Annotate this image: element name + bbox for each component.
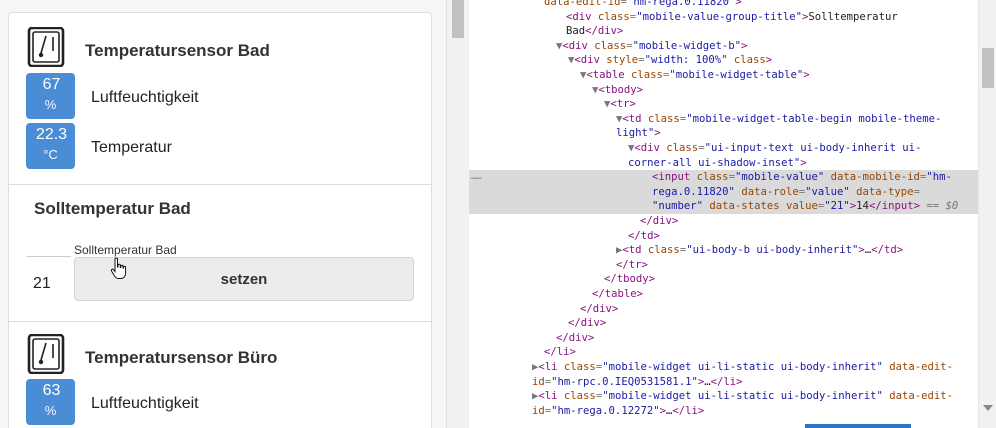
dom-tree-line[interactable]: ▼<tbody>	[469, 83, 978, 98]
dom-tree-line[interactable]: </tr>	[469, 258, 978, 273]
dom-tree-line[interactable]: rega.0.11820" data-role="value" data-typ…	[469, 184, 978, 200]
dom-tree-line[interactable]: </li>	[469, 345, 978, 360]
badge-value: 63	[42, 382, 61, 399]
badge-unit: %	[44, 403, 57, 418]
dom-tree-line[interactable]: ▼<div class="mobile-widget-b">	[469, 39, 978, 54]
dom-tree-line[interactable]: </div>	[469, 302, 978, 317]
dom-tree-line[interactable]: ▶<li class="mobile-widget ui-li-static u…	[469, 389, 978, 404]
dom-tree-line[interactable]: id="hm-rega.0.12272">…</li>	[469, 404, 978, 419]
dom-tree-line[interactable]: ▼<td class="mobile-widget-table-begin mo…	[469, 112, 978, 127]
dom-tree-line[interactable]: </tbody>	[469, 272, 978, 287]
dom-tree-line[interactable]: ▼<div class="ui-input-text ui-body-inher…	[469, 141, 978, 156]
value-title: Solltemperatur Bad	[74, 243, 177, 257]
devtools-elements-panel: data-edit-id="hm-rega.0.11820"> <div clas…	[469, 0, 996, 428]
badge-unit: °C	[43, 147, 58, 162]
badge-unit: %	[44, 97, 57, 112]
devtools-scrollbar-thumb[interactable]	[982, 48, 994, 88]
thermometer-sensor-icon	[27, 334, 65, 374]
dom-tree-line[interactable]: </div>	[469, 316, 978, 331]
dom-tree-line[interactable]: <div class="mobile-value-group-title">So…	[469, 10, 978, 25]
list-divider	[9, 321, 431, 322]
row-label-humidity: Luftfeuchtigkeit	[91, 395, 199, 412]
app-scrollbar-thumb[interactable]	[452, 0, 464, 38]
dom-tree-line[interactable]: data-edit-id="hm-rega.0.11820">	[469, 0, 978, 10]
selected-node-ellipsis-icon[interactable]: ……	[471, 170, 482, 185]
dom-tree-line[interactable]: corner-all ui-shadow-inset">	[469, 156, 978, 171]
value-badge-humidity: 63 %	[26, 379, 75, 425]
dom-tree-line[interactable]: </td>	[469, 229, 978, 244]
badge-value: 67	[42, 76, 61, 93]
dom-tree-line[interactable]: </div>	[469, 331, 978, 346]
device-title: Temperatursensor Büro	[85, 348, 278, 367]
dom-tree-line[interactable]: </table>	[469, 287, 978, 302]
dom-tree-line[interactable]: </div>	[469, 214, 978, 229]
dom-tree-line[interactable]: ▶<li class="mobile-widget ui-li-static u…	[469, 360, 978, 375]
dom-tree-line[interactable]: ▶<td class="ui-body-b ui-body-inherit">……	[469, 243, 978, 258]
dom-tree-line[interactable]: ▼<table class="mobile-widget-table">	[469, 68, 978, 83]
scroll-down-arrow-icon[interactable]	[983, 405, 993, 411]
number-input-value[interactable]: 21	[33, 275, 51, 293]
badge-value: 22.3	[35, 126, 68, 143]
dom-tree-line[interactable]: <input class="mobile-value" data-mobile-…	[469, 170, 978, 185]
value-group-title: Solltemperatur Bad	[34, 199, 191, 218]
mobile-app-pane: Temperatursensor Bad 67 % Luftfeuchtigke…	[0, 0, 446, 428]
number-input-field[interactable]: 21	[27, 256, 71, 304]
row-label-humidity: Luftfeuchtigkeit	[91, 89, 199, 106]
dom-tree-line[interactable]: ▼<tr>	[469, 97, 978, 112]
hand-pointer-cursor-icon	[110, 257, 127, 279]
dom-tree-line[interactable]: light">	[469, 126, 978, 141]
widget-list: Temperatursensor Bad 67 % Luftfeuchtigke…	[8, 12, 432, 428]
dom-tree-line[interactable]: ▼<div style="width: 100%" class>	[469, 53, 978, 68]
dom-tree-line[interactable]: "number" data-states value="21">14</inpu…	[469, 199, 978, 214]
row-label-temperature: Temperatur	[91, 139, 172, 156]
devtools-scrollbar[interactable]	[978, 0, 996, 428]
dom-tree-line[interactable]: Bad</div>	[469, 24, 978, 39]
value-badge-humidity: 67 %	[26, 73, 75, 119]
devtools-horizontal-scrollbar[interactable]	[805, 424, 911, 428]
dom-tree-line[interactable]: id="hm-rpc.0.IEQ0531581.1">…</li>	[469, 375, 978, 390]
app-scrollbar[interactable]	[446, 0, 469, 428]
value-badge-temperature: 22.3 °C	[26, 123, 75, 169]
device-title: Temperatursensor Bad	[85, 41, 270, 60]
thermometer-sensor-icon	[27, 27, 65, 67]
list-divider	[9, 184, 431, 185]
